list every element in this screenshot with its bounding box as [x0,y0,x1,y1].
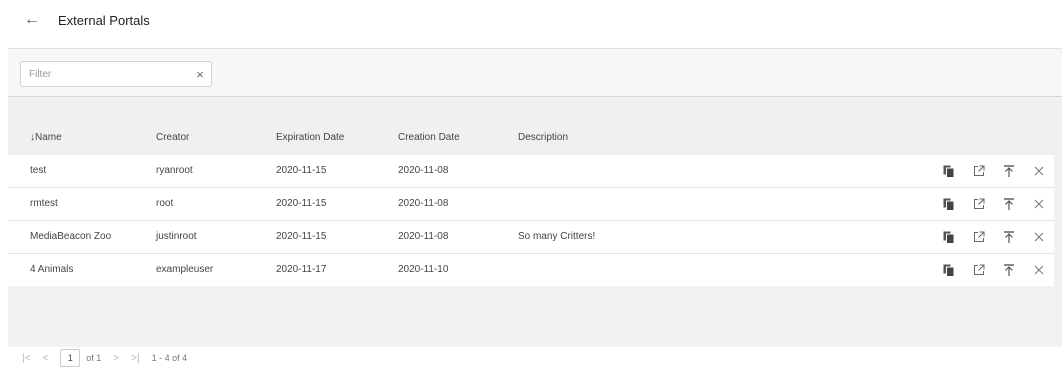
page-count-label: of 1 [86,353,102,363]
copy-icon [943,231,955,244]
row-actions [942,161,1046,181]
open-portal-button[interactable] [972,164,986,178]
cell-expiration: 2020-11-17 [276,264,327,275]
portal-table-body: test ryanroot 2020-11-15 2020-11-08 rmtest ro… [8,155,1054,286]
cell-name: 4 Animals [30,264,74,275]
download-icon [1003,230,1015,244]
column-header-name[interactable]: ↓Name [30,132,62,143]
clear-filter-icon[interactable]: × [189,67,211,82]
delete-portal-button[interactable] [1032,230,1046,244]
open-external-icon [973,264,985,276]
last-page-button[interactable]: >| [131,353,139,364]
cell-creation: 2020-11-08 [398,198,449,209]
copy-icon [943,264,955,277]
delete-icon [1034,265,1044,275]
table-row[interactable]: rmtest root 2020-11-15 2020-11-08 [8,188,1054,221]
open-portal-button[interactable] [972,263,986,277]
filter-input[interactable] [21,61,189,87]
next-page-button[interactable]: > [113,353,119,364]
cell-description: So many Critters! [518,231,596,242]
row-actions [942,227,1046,247]
open-external-icon [973,198,985,210]
back-arrow-icon[interactable]: ← [24,11,40,29]
first-page-button[interactable]: |< [22,353,30,364]
cell-creator: ryanroot [156,165,193,176]
row-actions [942,260,1046,280]
export-portal-button[interactable] [1002,164,1016,178]
open-portal-button[interactable] [972,197,986,211]
column-header-expiration-date[interactable]: Expiration Date [276,132,344,143]
column-header-creator[interactable]: Creator [156,132,189,143]
cell-creation: 2020-11-10 [398,264,449,275]
previous-page-button[interactable]: < [42,353,48,364]
row-actions [942,194,1046,214]
cell-expiration: 2020-11-15 [276,198,327,209]
copy-portal-button[interactable] [942,230,956,244]
cell-name: MediaBeacon Zoo [30,231,112,242]
cell-expiration: 2020-11-15 [276,165,327,176]
copy-portal-button[interactable] [942,164,956,178]
download-icon [1003,197,1015,211]
delete-portal-button[interactable] [1032,197,1046,211]
download-icon [1003,263,1015,277]
filter-box: × [20,61,212,87]
table-header: ↓Name Creator Expiration Date Creation D… [8,99,1062,155]
cell-name: rmtest [30,198,58,209]
filter-bar: × [8,49,1062,97]
cell-name: test [30,165,47,176]
open-portal-button[interactable] [972,230,986,244]
copy-icon [943,198,955,211]
table-row[interactable]: 4 Animals exampleuser 2020-11-17 2020-11-10 [8,254,1054,286]
page-number-input[interactable] [60,349,81,367]
download-icon [1003,164,1015,178]
export-portal-button[interactable] [1002,230,1016,244]
copy-portal-button[interactable] [942,197,956,211]
cell-creation: 2020-11-08 [398,165,449,176]
copy-icon [943,165,955,178]
delete-portal-button[interactable] [1032,263,1046,277]
delete-icon [1034,166,1044,176]
page-title: External Portals [58,12,150,28]
pagination: |< < of 1 > >| 1 - 4 of 4 [22,346,187,370]
export-portal-button[interactable] [1002,263,1016,277]
column-header-description[interactable]: Description [518,132,568,143]
column-header-creation-date[interactable]: Creation Date [398,132,460,143]
table-row[interactable]: MediaBeacon Zoo justinroot 2020-11-15 2020-… [8,221,1054,254]
page-header: ← External Portals [24,8,150,32]
cell-creator: exampleuser [156,264,214,275]
cell-creator: root [156,198,174,209]
delete-portal-button[interactable] [1032,164,1046,178]
delete-icon [1034,232,1044,242]
cell-creator: justinroot [156,231,197,242]
result-range-label: 1 - 4 of 4 [151,353,188,363]
portals-panel: × ↓Name Creator Expiration Date Creation… [8,48,1062,347]
cell-expiration: 2020-11-15 [276,231,327,242]
open-external-icon [973,231,985,243]
table-row[interactable]: test ryanroot 2020-11-15 2020-11-08 [8,155,1054,188]
cell-creation: 2020-11-08 [398,231,449,242]
delete-icon [1034,199,1044,209]
copy-portal-button[interactable] [942,263,956,277]
export-portal-button[interactable] [1002,197,1016,211]
open-external-icon [973,165,985,177]
